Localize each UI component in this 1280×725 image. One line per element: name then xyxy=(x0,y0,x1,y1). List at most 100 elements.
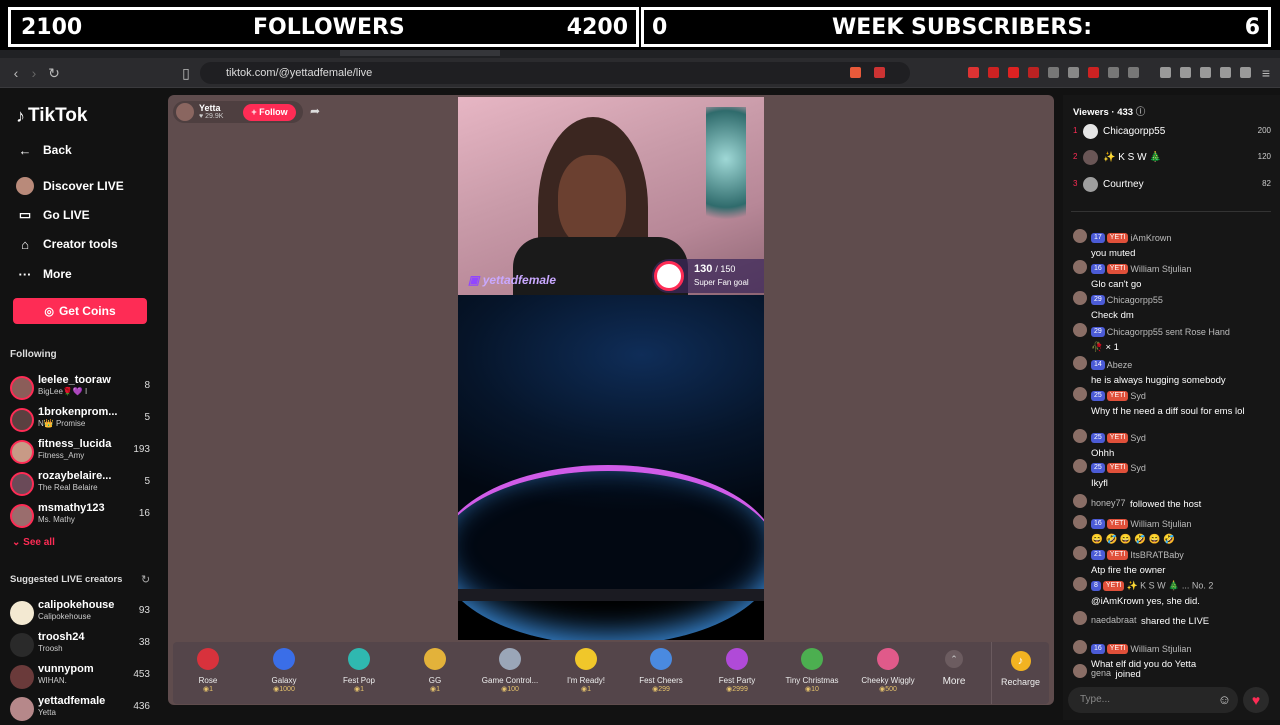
bookmark-icon[interactable]: ▯ xyxy=(178,65,194,81)
viewer-count: 5 xyxy=(144,412,150,423)
gift-item[interactable]: Cheeky Wiggly ◉500 xyxy=(858,648,918,693)
chat-username[interactable]: ItsBRATBaby xyxy=(1130,550,1183,560)
extension-icon[interactable] xyxy=(968,67,979,78)
gift-price: ◉100 xyxy=(501,686,519,693)
yeti-badge: YETI xyxy=(1106,432,1129,443)
nav-go-live[interactable]: ▭ Go LIVE xyxy=(16,206,90,224)
chat-text: joined xyxy=(1115,669,1141,680)
top-viewer[interactable]: 3 Courtney 82 xyxy=(1071,177,1271,195)
vpn-icon[interactable] xyxy=(1240,67,1251,78)
suggested-name: calipokehouse xyxy=(38,599,115,611)
nav-creator-tools[interactable]: ⌂ Creator tools xyxy=(16,235,118,253)
top-viewer[interactable]: 1 Chicagorpp55 200 xyxy=(1071,124,1271,142)
gift-item[interactable]: Tiny Christmas ◉10 xyxy=(782,648,842,693)
suggested-item[interactable]: troosh24 Troosh 38 xyxy=(10,631,150,661)
watermark-text: yettadfemale xyxy=(482,273,557,287)
chat-username[interactable]: ✨ K S W 🎄 ... No. 2 xyxy=(1126,580,1213,590)
chat-username[interactable]: William Stjulian xyxy=(1130,519,1191,529)
following-item[interactable]: 1brokenprom... N👑 Promise 5 xyxy=(10,406,150,436)
get-coins-button[interactable]: ◎ Get Coins xyxy=(13,298,147,324)
yeti-badge: YETI xyxy=(1106,643,1129,654)
wallet-icon[interactable] xyxy=(1200,67,1211,78)
top-viewer[interactable]: 2 ✨ K S W 🎄 120 xyxy=(1071,150,1271,168)
following-item[interactable]: leelee_tooraw BigLee🌹💜 I 8 xyxy=(10,374,150,404)
message-body: 8 YETI ✨ K S W 🎄 ... No. 2 @iAmKrown yes, s… xyxy=(1091,577,1271,607)
nav-back[interactable]: ← Back xyxy=(16,141,72,159)
media-icon[interactable] xyxy=(1160,67,1171,78)
extension-icon[interactable] xyxy=(1008,67,1019,78)
nav-discover-live[interactable]: Discover LIVE xyxy=(16,177,124,195)
like-heart-button[interactable]: ♥ xyxy=(1243,687,1269,713)
extension-icon[interactable] xyxy=(1028,67,1039,78)
downloads-icon[interactable] xyxy=(1220,67,1231,78)
nav-more[interactable]: ··· More xyxy=(16,265,72,283)
back-icon[interactable]: ‹ xyxy=(8,65,24,81)
message-body: honey77 followed the host xyxy=(1091,494,1271,512)
recharge-button[interactable]: ♪ Recharge xyxy=(991,642,1049,704)
sidebar-icon[interactable] xyxy=(1180,67,1191,78)
chat-username[interactable]: iAmKrown xyxy=(1130,233,1171,243)
forward-icon[interactable]: › xyxy=(26,65,42,81)
follow-button[interactable]: + Follow xyxy=(243,104,296,121)
subs-label: WEEK SUBSCRIBERS: xyxy=(832,14,1093,40)
viewer-name: Chicagorpp55 xyxy=(1103,126,1166,137)
gift-item[interactable]: GG ◉1 xyxy=(405,648,465,693)
brave-shield-icon[interactable] xyxy=(850,67,861,78)
following-heading: Following xyxy=(10,349,57,360)
url-field[interactable]: tiktok.com/@yettadfemale/live xyxy=(200,62,910,84)
tiktok-logo[interactable]: ♪ TikTok xyxy=(16,105,87,127)
host-avatar[interactable] xyxy=(176,103,194,121)
reload-icon[interactable]: ↻ xyxy=(46,65,62,81)
extension-icon[interactable] xyxy=(1088,67,1099,78)
menu-icon[interactable]: ≡ xyxy=(1258,65,1274,81)
chat-username[interactable]: honey77 xyxy=(1091,498,1126,508)
gift-item[interactable]: Fest Pop ◉1 xyxy=(329,648,389,693)
chat-username[interactable]: Syd xyxy=(1130,463,1146,473)
see-all-link[interactable]: ⌄ See all xyxy=(12,537,55,548)
refresh-icon[interactable]: ↻ xyxy=(141,573,150,586)
yeti-badge: YETI xyxy=(1106,232,1129,243)
extension-icon[interactable] xyxy=(1108,67,1119,78)
chat-username[interactable]: Syd xyxy=(1130,433,1146,443)
chat-username[interactable]: William Stjulian xyxy=(1130,644,1191,654)
chat-username[interactable]: gena xyxy=(1091,668,1111,678)
extension-icon[interactable] xyxy=(988,67,999,78)
goal-current: 130 xyxy=(694,263,713,275)
live-video[interactable]: ▣ yettadfemale 130 / 150 Super Fan goal xyxy=(458,97,764,640)
chat-username[interactable]: William Stjulian xyxy=(1130,264,1191,274)
suggested-item[interactable]: vunnypom WIHAN. 453 xyxy=(10,663,150,693)
twitch-icon: ▣ xyxy=(468,273,480,287)
following-sub: BigLee🌹💜 I xyxy=(38,387,88,396)
gift-item[interactable]: Galaxy ◉1000 xyxy=(254,648,314,693)
more-gifts-button[interactable]: ⌃ More xyxy=(924,648,984,687)
following-item[interactable]: fitness_lucida Fitness_Amy 193 xyxy=(10,438,150,468)
chat-input[interactable]: Type... ☺ xyxy=(1068,687,1238,713)
info-icon: ⓘ xyxy=(1135,107,1146,118)
chat-username[interactable]: naedabraat xyxy=(1091,615,1137,625)
following-item[interactable]: msmathy123 Ms. Mathy 16 xyxy=(10,502,150,532)
brave-rewards-icon[interactable] xyxy=(874,67,885,78)
chat-username[interactable]: Syd xyxy=(1130,391,1146,401)
gift-item[interactable]: Game Control... ◉100 xyxy=(480,648,540,693)
chat-username[interactable]: Chicagorpp55 xyxy=(1107,295,1163,305)
gift-item[interactable]: Rose ◉1 xyxy=(178,648,238,693)
level-badge: 8 xyxy=(1091,580,1101,591)
avatar xyxy=(10,376,34,400)
chat-username[interactable]: Abeze xyxy=(1107,360,1133,370)
gift-item[interactable]: I'm Ready! ◉1 xyxy=(556,648,616,693)
extension-icon[interactable] xyxy=(1048,67,1059,78)
share-icon[interactable]: ➦ xyxy=(305,104,325,121)
following-item[interactable]: rozaybelaire... The Real Belaire 5 xyxy=(10,470,150,500)
chat-username[interactable]: Chicagorpp55 sent Rose Hand xyxy=(1107,327,1230,337)
level-badge: 16 xyxy=(1091,263,1105,274)
chat-text: 😄 🤣 😄 🤣 😄 🤣 xyxy=(1091,534,1176,545)
chat-text: he is always hugging somebody xyxy=(1091,375,1226,386)
gift-item[interactable]: Fest Cheers ◉299 xyxy=(631,648,691,693)
emoji-icon[interactable]: ☺ xyxy=(1218,692,1231,707)
gift-item[interactable]: Fest Party ◉2999 xyxy=(707,648,767,693)
extension-icon[interactable] xyxy=(1068,67,1079,78)
suggested-item[interactable]: calipokehouse Calipokehouse 93 xyxy=(10,599,150,629)
extension-icon[interactable] xyxy=(1128,67,1139,78)
suggested-item[interactable]: yettadfemale Yetta 436 xyxy=(10,695,150,725)
following-name: fitness_lucida xyxy=(38,438,112,450)
